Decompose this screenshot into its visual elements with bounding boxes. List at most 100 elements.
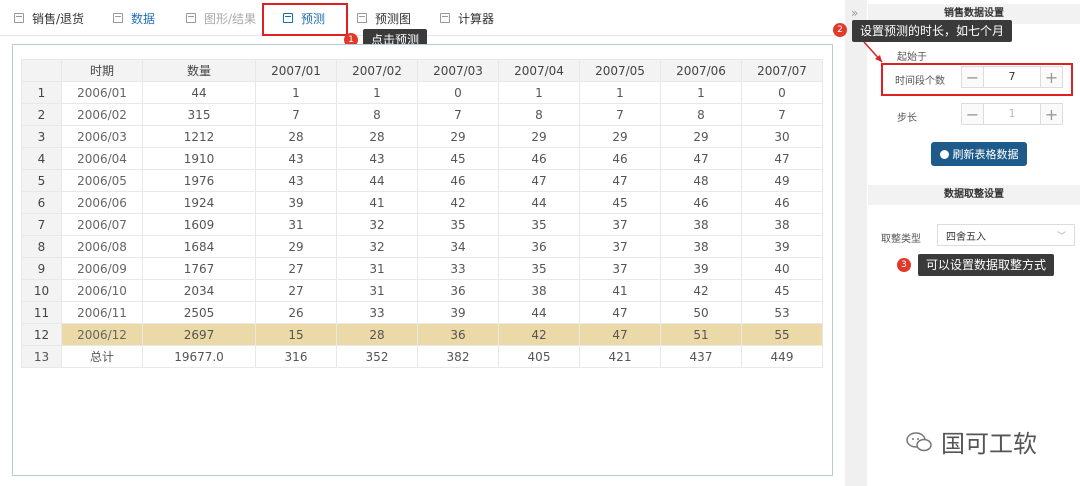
quantity-cell[interactable]: 19677.0 [142, 345, 256, 368]
tab-chart-results[interactable]: 图形/结果 [186, 0, 256, 36]
period-cell[interactable]: 2006/12 [61, 323, 143, 346]
quantity-cell[interactable]: 315 [142, 103, 256, 126]
forecast-cell[interactable]: 31 [336, 279, 418, 302]
period-cell[interactable]: 2006/03 [61, 125, 143, 148]
forecast-cell[interactable]: 35 [498, 213, 580, 236]
quantity-cell[interactable]: 1910 [142, 147, 256, 170]
forecast-cell[interactable]: 46 [579, 147, 661, 170]
forecast-cell[interactable]: 29 [417, 125, 499, 148]
forecast-cell[interactable]: 0 [417, 81, 499, 104]
forecast-cell[interactable]: 1 [579, 81, 661, 104]
forecast-cell[interactable]: 46 [660, 191, 742, 214]
forecast-cell[interactable]: 32 [336, 213, 418, 236]
forecast-cell[interactable]: 39 [417, 301, 499, 324]
forecast-cell[interactable]: 29 [255, 235, 337, 258]
plus-icon[interactable]: + [1040, 104, 1062, 124]
forecast-cell[interactable]: 37 [579, 213, 661, 236]
forecast-cell[interactable]: 29 [660, 125, 742, 148]
quantity-cell[interactable]: 1924 [142, 191, 256, 214]
row-number-cell[interactable]: 9 [21, 257, 62, 280]
forecast-cell[interactable]: 382 [417, 345, 499, 368]
forecast-cell[interactable]: 43 [255, 147, 337, 170]
forecast-cell[interactable]: 33 [336, 301, 418, 324]
forecast-cell[interactable]: 30 [741, 125, 823, 148]
period-cell[interactable]: 2006/02 [61, 103, 143, 126]
forecast-cell[interactable]: 0 [741, 81, 823, 104]
forecast-cell[interactable]: 26 [255, 301, 337, 324]
quantity-cell[interactable]: 1609 [142, 213, 256, 236]
forecast-cell[interactable]: 39 [741, 235, 823, 258]
forecast-cell[interactable]: 29 [579, 125, 661, 148]
forecast-cell[interactable]: 36 [498, 235, 580, 258]
minus-icon[interactable]: − [962, 104, 984, 124]
forecast-cell[interactable]: 42 [660, 279, 742, 302]
forecast-cell[interactable]: 28 [336, 323, 418, 346]
forecast-cell[interactable]: 49 [741, 169, 823, 192]
row-number-cell[interactable]: 4 [21, 147, 62, 170]
forecast-cell[interactable]: 40 [741, 257, 823, 280]
forecast-cell[interactable]: 8 [498, 103, 580, 126]
row-number-cell[interactable]: 1 [21, 81, 62, 104]
row-number-cell[interactable]: 3 [21, 125, 62, 148]
period-cell[interactable]: 2006/09 [61, 257, 143, 280]
quantity-cell[interactable]: 2034 [142, 279, 256, 302]
forecast-cell[interactable]: 48 [660, 169, 742, 192]
forecast-cell[interactable]: 38 [660, 235, 742, 258]
forecast-cell[interactable]: 32 [336, 235, 418, 258]
forecast-cell[interactable]: 38 [498, 279, 580, 302]
refresh-table-button[interactable]: 刷新表格数据 [931, 142, 1027, 166]
row-number-cell[interactable]: 5 [21, 169, 62, 192]
quantity-cell[interactable]: 2505 [142, 301, 256, 324]
forecast-cell[interactable]: 44 [498, 191, 580, 214]
row-number-cell[interactable]: 11 [21, 301, 62, 324]
forecast-cell[interactable]: 352 [336, 345, 418, 368]
forecast-cell[interactable]: 41 [336, 191, 418, 214]
forecast-cell[interactable]: 43 [336, 147, 418, 170]
row-number-cell[interactable]: 10 [21, 279, 62, 302]
forecast-cell[interactable]: 1 [498, 81, 580, 104]
forecast-cell[interactable]: 7 [255, 103, 337, 126]
forecast-cell[interactable]: 35 [417, 213, 499, 236]
forecast-cell[interactable]: 449 [741, 345, 823, 368]
forecast-cell[interactable]: 33 [417, 257, 499, 280]
forecast-cell[interactable]: 38 [660, 213, 742, 236]
forecast-cell[interactable]: 46 [741, 191, 823, 214]
forecast-cell[interactable]: 316 [255, 345, 337, 368]
forecast-cell[interactable]: 29 [498, 125, 580, 148]
forecast-cell[interactable]: 36 [417, 323, 499, 346]
forecast-cell[interactable]: 37 [579, 257, 661, 280]
forecast-cell[interactable]: 15 [255, 323, 337, 346]
forecast-cell[interactable]: 39 [255, 191, 337, 214]
forecast-cell[interactable]: 1 [255, 81, 337, 104]
forecast-cell[interactable]: 47 [741, 147, 823, 170]
row-number-cell[interactable]: 13 [21, 345, 62, 368]
forecast-cell[interactable]: 8 [660, 103, 742, 126]
forecast-cell[interactable]: 27 [255, 257, 337, 280]
forecast-cell[interactable]: 1 [660, 81, 742, 104]
period-cell[interactable]: 2006/04 [61, 147, 143, 170]
period-cell[interactable]: 2006/01 [61, 81, 143, 104]
tab-sales-returns[interactable]: 销售/退货 [14, 0, 84, 36]
forecast-cell[interactable]: 8 [336, 103, 418, 126]
forecast-cell[interactable]: 44 [498, 301, 580, 324]
period-cell[interactable]: 2006/06 [61, 191, 143, 214]
forecast-cell[interactable]: 43 [255, 169, 337, 192]
forecast-cell[interactable]: 1 [336, 81, 418, 104]
forecast-cell[interactable]: 44 [336, 169, 418, 192]
rounding-type-select[interactable]: 四舍五入 ﹀ [937, 224, 1075, 246]
sidebar-splitter[interactable] [845, 0, 867, 486]
forecast-cell[interactable]: 53 [741, 301, 823, 324]
row-number-cell[interactable]: 6 [21, 191, 62, 214]
row-number-cell[interactable]: 7 [21, 213, 62, 236]
forecast-cell[interactable]: 7 [579, 103, 661, 126]
forecast-cell[interactable]: 46 [417, 169, 499, 192]
forecast-cell[interactable]: 51 [660, 323, 742, 346]
forecast-cell[interactable]: 421 [579, 345, 661, 368]
forecast-cell[interactable]: 37 [579, 235, 661, 258]
period-cell[interactable]: 2006/07 [61, 213, 143, 236]
quantity-cell[interactable]: 1684 [142, 235, 256, 258]
forecast-cell[interactable]: 45 [741, 279, 823, 302]
forecast-cell[interactable]: 46 [498, 147, 580, 170]
quantity-cell[interactable]: 44 [142, 81, 256, 104]
forecast-cell[interactable]: 50 [660, 301, 742, 324]
